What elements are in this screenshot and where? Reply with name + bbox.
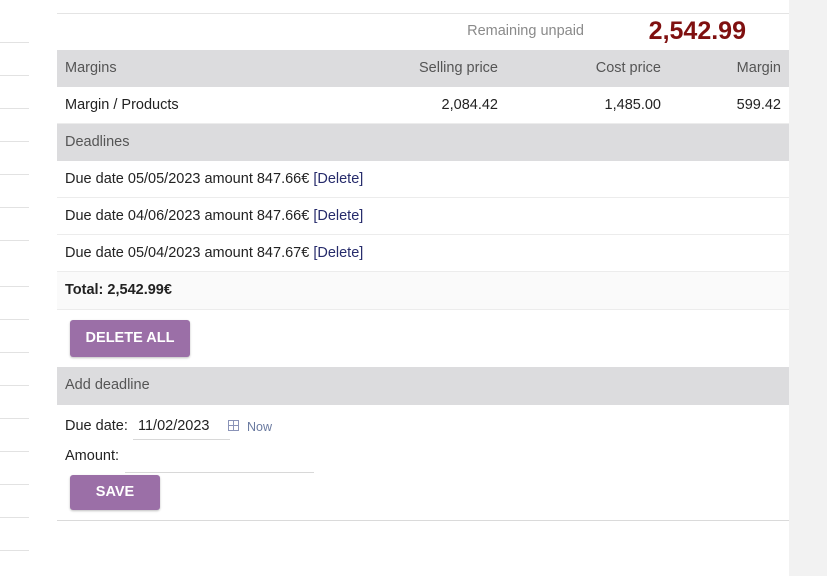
due-date-label: Due date: [65,418,128,434]
due-date-field[interactable] [133,413,230,440]
divider [0,550,29,551]
divider [0,42,29,43]
divider [0,174,29,175]
delete-deadline-link[interactable]: [Delete] [313,171,363,187]
column-header-selling-price: Selling price [419,60,498,76]
cost-price-value: 1,485.00 [604,97,661,113]
deadline-description: Due date 04/06/2023 amount 847.66€ [65,208,310,224]
divider [0,385,29,386]
deadlines-title: Deadlines [65,134,130,150]
scrollbar-track[interactable] [789,0,827,576]
divider [0,207,29,208]
amount-field[interactable] [125,444,314,473]
now-link[interactable]: Now [247,420,272,434]
divider [0,418,29,419]
margin-row-label: Margin / Products [65,97,179,113]
deadline-text: Due date 05/05/2023 amount 847.66€ [Dele… [65,161,363,198]
calendar-icon[interactable] [228,420,239,431]
remaining-unpaid-row: Remaining unpaid 2,542.99 [57,14,789,50]
deadlines-total-row: Total: 2,542.99€ [57,272,789,310]
delete-deadline-link[interactable]: [Delete] [313,208,363,224]
divider [0,75,29,76]
divider [0,451,29,452]
column-header-margin: Margin [736,60,781,76]
deadline-item: Due date 05/05/2023 amount 847.66€ [Dele… [57,161,789,198]
left-panel-edge [0,0,29,576]
margin-value: 599.42 [736,97,781,113]
amount-label: Amount: [65,448,119,464]
divider [0,141,29,142]
column-header-margins: Margins [65,60,117,76]
divider [0,484,29,485]
add-deadline-header: Add deadline [57,367,789,405]
save-button[interactable]: SAVE [70,475,160,510]
divider [0,240,29,241]
deadline-description: Due date 05/05/2023 amount 847.66€ [65,171,310,187]
divider [0,352,29,353]
divider [0,286,29,287]
divider [0,108,29,109]
deadlines-total: Total: 2,542.99€ [65,282,172,298]
delete-deadline-link[interactable]: [Delete] [313,245,363,261]
deadline-description: Due date 05/04/2023 amount 847.67€ [65,245,310,261]
deadlines-header: Deadlines [57,124,789,161]
deadline-item: Due date 04/06/2023 amount 847.66€ [Dele… [57,198,789,235]
divider [0,517,29,518]
invoice-panel: Remaining unpaid 2,542.99 Margins Sellin… [57,0,789,576]
divider [0,319,29,320]
remaining-unpaid-value: 2,542.99 [648,17,746,45]
deadline-item: Due date 05/04/2023 amount 847.67€ [Dele… [57,235,789,272]
remaining-unpaid-label: Remaining unpaid [467,23,584,39]
deadline-text: Due date 05/04/2023 amount 847.67€ [Dele… [65,235,363,272]
margins-table-header: Margins Selling price Cost price Margin [57,50,789,87]
divider [57,520,789,521]
delete-all-button[interactable]: DELETE ALL [70,320,190,357]
add-deadline-title: Add deadline [65,377,150,393]
column-header-cost-price: Cost price [595,60,661,76]
previous-row [57,0,789,14]
table-row: Margin / Products 2,084.42 1,485.00 599.… [57,87,789,124]
selling-price-value: 2,084.42 [441,97,498,113]
deadline-text: Due date 04/06/2023 amount 847.66€ [Dele… [65,198,363,235]
